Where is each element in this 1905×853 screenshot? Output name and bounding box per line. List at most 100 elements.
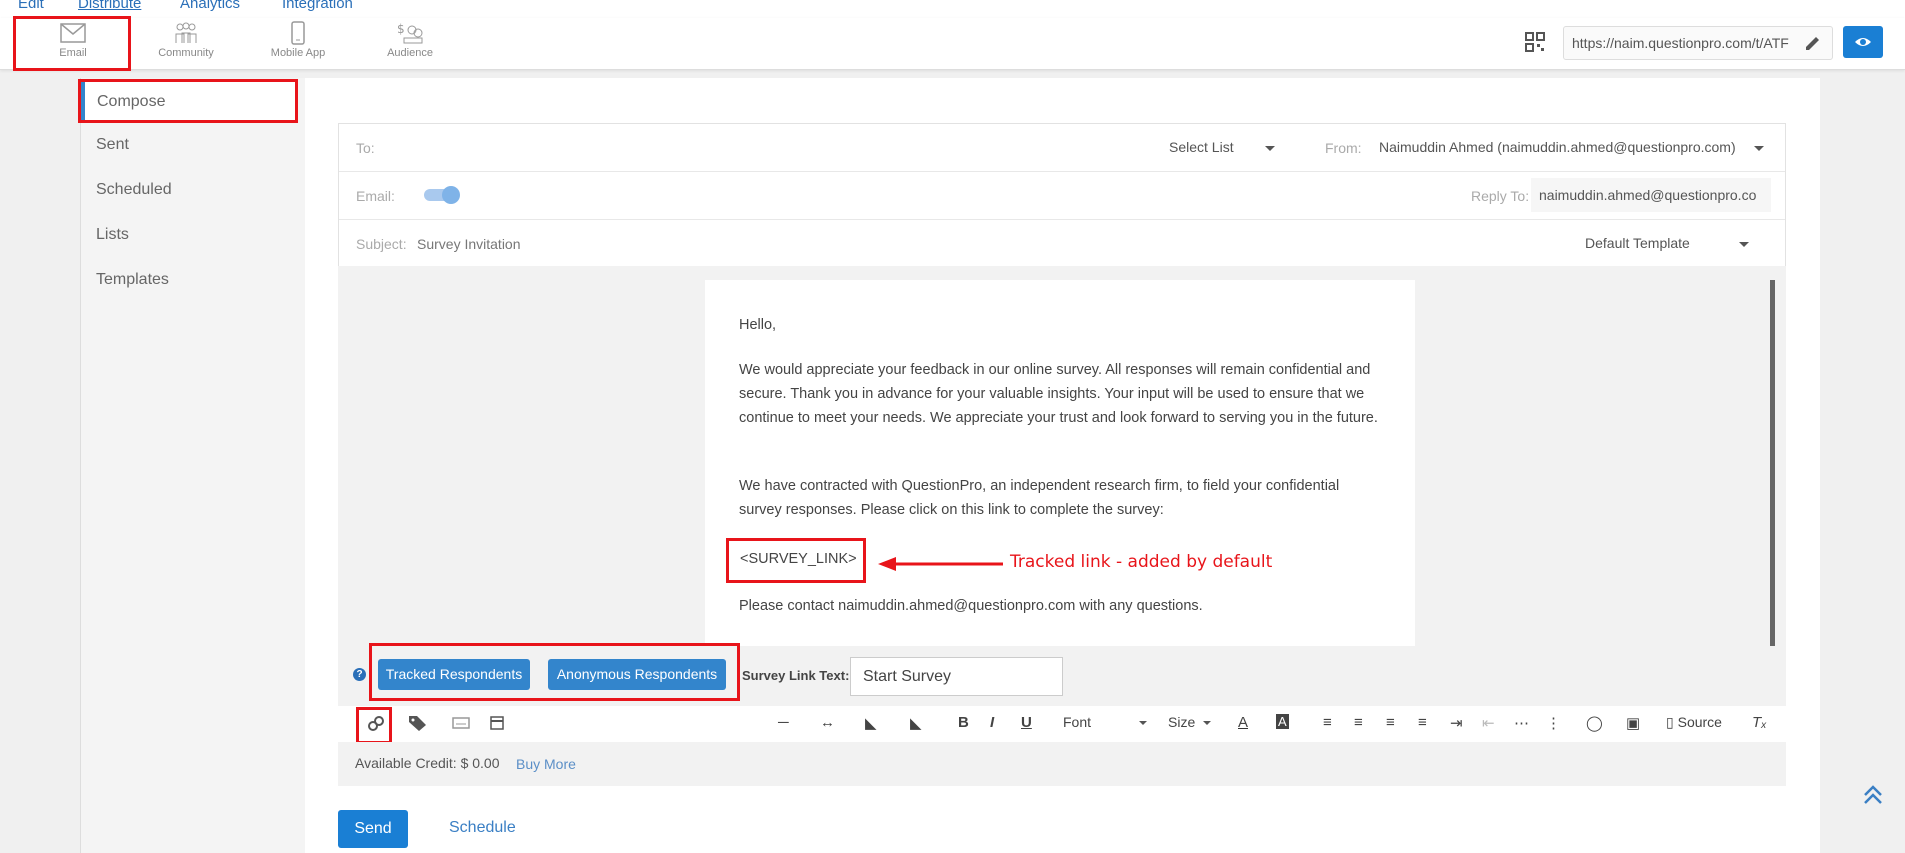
sidebar-item-lists[interactable]: Lists (96, 226, 129, 244)
preview-button[interactable] (1843, 26, 1883, 58)
chevron-down-icon (1753, 145, 1764, 151)
svg-text:$: $ (397, 22, 405, 36)
indent-icon[interactable]: ⇥ (1450, 714, 1463, 732)
top-nav: Edit Distribute Analytics Integration (0, 0, 1905, 18)
template-dropdown[interactable]: Default Template (1585, 235, 1749, 251)
sidebar-item-scheduled[interactable]: Scheduled (96, 181, 172, 199)
editor-toolbar: ─ ↔ ◣ ◣ B I U Font Size A A ≡ ≡ ≡ ≡ ⇥ ⇤ … (338, 706, 1786, 742)
survey-link-text-input[interactable]: Start Survey (850, 657, 1063, 696)
annotation-arrow (878, 557, 1003, 574)
size-dropdown[interactable]: Size (1168, 714, 1212, 730)
chevron-down-icon (1138, 721, 1147, 726)
align-center-icon[interactable]: ≡ (1354, 714, 1363, 731)
mobile-app-channel-label: Mobile App (270, 47, 326, 59)
scroll-to-top-icon[interactable] (1862, 784, 1884, 809)
nav-analytics[interactable]: Analytics (180, 0, 240, 12)
annotation-text: Tracked link - added by default (1010, 552, 1273, 572)
email-body[interactable]: Hello, We would appreciate your feedback… (705, 280, 1415, 646)
font-dropdown-label: Font (1063, 714, 1092, 730)
reply-to-label: Reply To: (1471, 188, 1530, 204)
audience-channel-label: Audience (387, 47, 433, 59)
width-icon[interactable]: ↔ (820, 714, 835, 731)
source-button[interactable]: ▯ Source (1666, 714, 1722, 731)
email-highlight-box (13, 16, 131, 71)
nav-distribute[interactable]: Distribute (78, 0, 141, 12)
to-row: To: Select List From: Naimuddin Ahmed (n… (339, 124, 1785, 172)
send-button[interactable]: Send (338, 810, 408, 848)
audience-channel[interactable]: $ Audience (360, 18, 460, 70)
from-label: From: (1325, 140, 1362, 156)
credit-bar: Available Credit: $ 0.00 Buy More (338, 742, 1786, 786)
align-right-icon[interactable]: ≡ (1386, 714, 1395, 731)
underline-icon[interactable]: U (1021, 714, 1032, 731)
numbered-list-icon[interactable]: ⋮ (1546, 714, 1561, 732)
align-left-icon[interactable]: ≡ (1323, 714, 1332, 731)
email-paragraph-3: Please contact naimuddin.ahmed@questionp… (739, 598, 1203, 614)
sidebar-item-templates[interactable]: Templates (96, 271, 169, 289)
select-list-text: Select List (1169, 139, 1234, 155)
outdent-icon[interactable]: ⇤ (1482, 714, 1495, 732)
nav-edit[interactable]: Edit (18, 0, 44, 12)
from-value: Naimuddin Ahmed (naimuddin.ahmed@questio… (1379, 139, 1736, 155)
image-icon[interactable]: ▣ (1626, 714, 1640, 732)
subject-row: Subject: Survey Invitation Default Templ… (339, 220, 1785, 268)
survey-url-text: https://naim.questionpro.com/t/ATF (1572, 35, 1789, 51)
email-paragraph-2: We have contracted with QuestionPro, an … (739, 478, 1340, 518)
buy-more-link[interactable]: Buy More (516, 756, 576, 772)
font-color-icon[interactable]: A (1238, 714, 1248, 731)
email-label: Email: (356, 188, 395, 204)
survey-link-highlight-box (726, 538, 866, 583)
justify-icon[interactable]: ≡ (1418, 714, 1427, 731)
email-toggle[interactable] (424, 186, 460, 204)
sidebar-item-sent[interactable]: Sent (96, 136, 129, 154)
available-credit: Available Credit: $ 0.00 (355, 755, 500, 771)
reply-to-field[interactable]: naimuddin.ahmed@questionpro.co (1531, 178, 1771, 212)
italic-icon[interactable]: I (990, 714, 994, 731)
tag-icon[interactable] (408, 714, 428, 736)
clear-format-icon[interactable]: Tₓ (1752, 714, 1767, 731)
from-dropdown[interactable]: Naimuddin Ahmed (naimuddin.ahmed@questio… (1379, 139, 1764, 155)
left-sidebar: Compose Sent Scheduled Lists Templates (80, 78, 305, 853)
edit-pencil-icon[interactable] (1803, 33, 1823, 53)
mobile-app-channel[interactable]: Mobile App (248, 18, 348, 70)
source-icon: ▯ (1666, 714, 1674, 730)
keyboard-icon[interactable] (452, 716, 470, 734)
eye-icon (1855, 38, 1871, 46)
bullet-list-icon[interactable]: ⋯ (1514, 714, 1529, 732)
subject-label: Subject: (356, 236, 407, 252)
size-dropdown-label: Size (1168, 714, 1196, 730)
source-label: Source (1677, 714, 1722, 730)
survey-link-text-label: Survey Link Text: (742, 668, 850, 683)
distribution-toolbar: Email Community Mobile App $ Audience ht… (0, 18, 1905, 70)
highlight-color-icon[interactable]: A (1276, 714, 1289, 729)
font-dropdown[interactable]: Font (1063, 714, 1147, 730)
horizontal-rule-icon[interactable]: ─ (778, 714, 789, 731)
arrow-icon (878, 557, 1003, 571)
compose-highlight-box (78, 79, 298, 123)
qr-code-icon[interactable] (1525, 32, 1545, 52)
nav-integration[interactable]: Integration (282, 0, 353, 12)
background-bucket-icon[interactable]: ◣ (910, 714, 922, 732)
reply-to-value: naimuddin.ahmed@questionpro.co (1539, 187, 1757, 203)
community-channel-label: Community (158, 47, 214, 59)
chevron-down-icon (1738, 241, 1749, 247)
survey-link-text-value: Start Survey (863, 668, 952, 685)
chevron-down-icon (1203, 721, 1212, 726)
email-row: Email: Reply To: naimuddin.ahmed@questio… (339, 172, 1785, 220)
chevron-down-icon (1265, 145, 1276, 151)
email-greeting: Hello, (739, 317, 777, 333)
subject-input[interactable]: Survey Invitation (417, 236, 521, 252)
bold-icon[interactable]: B (958, 714, 969, 731)
text-color-bucket-icon[interactable]: ◣ (865, 714, 877, 732)
respondent-buttons-highlight-box (369, 643, 740, 701)
link-icon-highlight-box (356, 707, 392, 744)
community-channel[interactable]: Community (136, 18, 236, 70)
calendar-icon[interactable] (490, 716, 504, 734)
community-icon (175, 22, 197, 43)
survey-url-field[interactable]: https://naim.questionpro.com/t/ATF (1563, 26, 1833, 60)
select-list-dropdown[interactable]: Select List (1169, 139, 1276, 155)
scrollbar[interactable] (1770, 280, 1775, 646)
help-icon[interactable]: ? (353, 668, 366, 681)
insert-link-icon[interactable]: ◯ (1586, 714, 1603, 732)
schedule-link[interactable]: Schedule (449, 819, 516, 837)
